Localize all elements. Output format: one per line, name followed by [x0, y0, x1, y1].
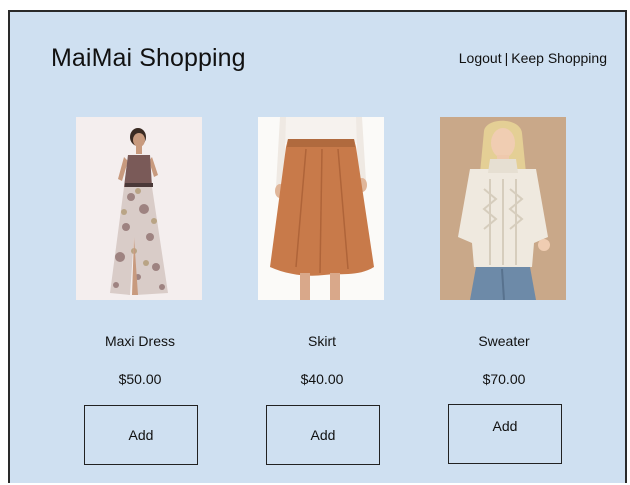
add-button-label: Add — [310, 427, 336, 443]
keep-shopping-link[interactable]: Keep Shopping — [511, 50, 607, 66]
store-title: MaiMai Shopping — [51, 44, 246, 72]
product-price: $50.00 — [118, 371, 162, 387]
product-name: Skirt — [308, 333, 336, 349]
product-image-sweater[interactable] — [440, 117, 566, 300]
top-nav: Logout | Keep Shopping — [459, 50, 607, 66]
product-name: Maxi Dress — [104, 333, 175, 349]
add-button-label: Add — [128, 427, 154, 443]
add-button-label: Add — [492, 418, 518, 434]
nav-separator: | — [504, 50, 509, 66]
product-card-skirt: Skirt $40.00 Add — [258, 117, 386, 465]
add-to-cart-button[interactable]: Add — [84, 405, 198, 465]
add-to-cart-button[interactable]: Add — [448, 404, 562, 464]
add-to-cart-button[interactable]: Add — [266, 405, 380, 465]
product-card-maxi-dress: Maxi Dress $50.00 Add — [76, 117, 204, 465]
product-price: $70.00 — [482, 371, 526, 387]
product-name: Sweater — [478, 333, 530, 349]
product-image-skirt[interactable] — [258, 117, 384, 300]
logout-link[interactable]: Logout — [459, 50, 502, 66]
app-window: MaiMai Shopping Logout | Keep Shopping M… — [8, 10, 627, 483]
product-image-maxi-dress[interactable] — [76, 117, 202, 300]
product-price: $40.00 — [300, 371, 344, 387]
product-card-sweater: Sweater $70.00 Add — [440, 117, 568, 464]
